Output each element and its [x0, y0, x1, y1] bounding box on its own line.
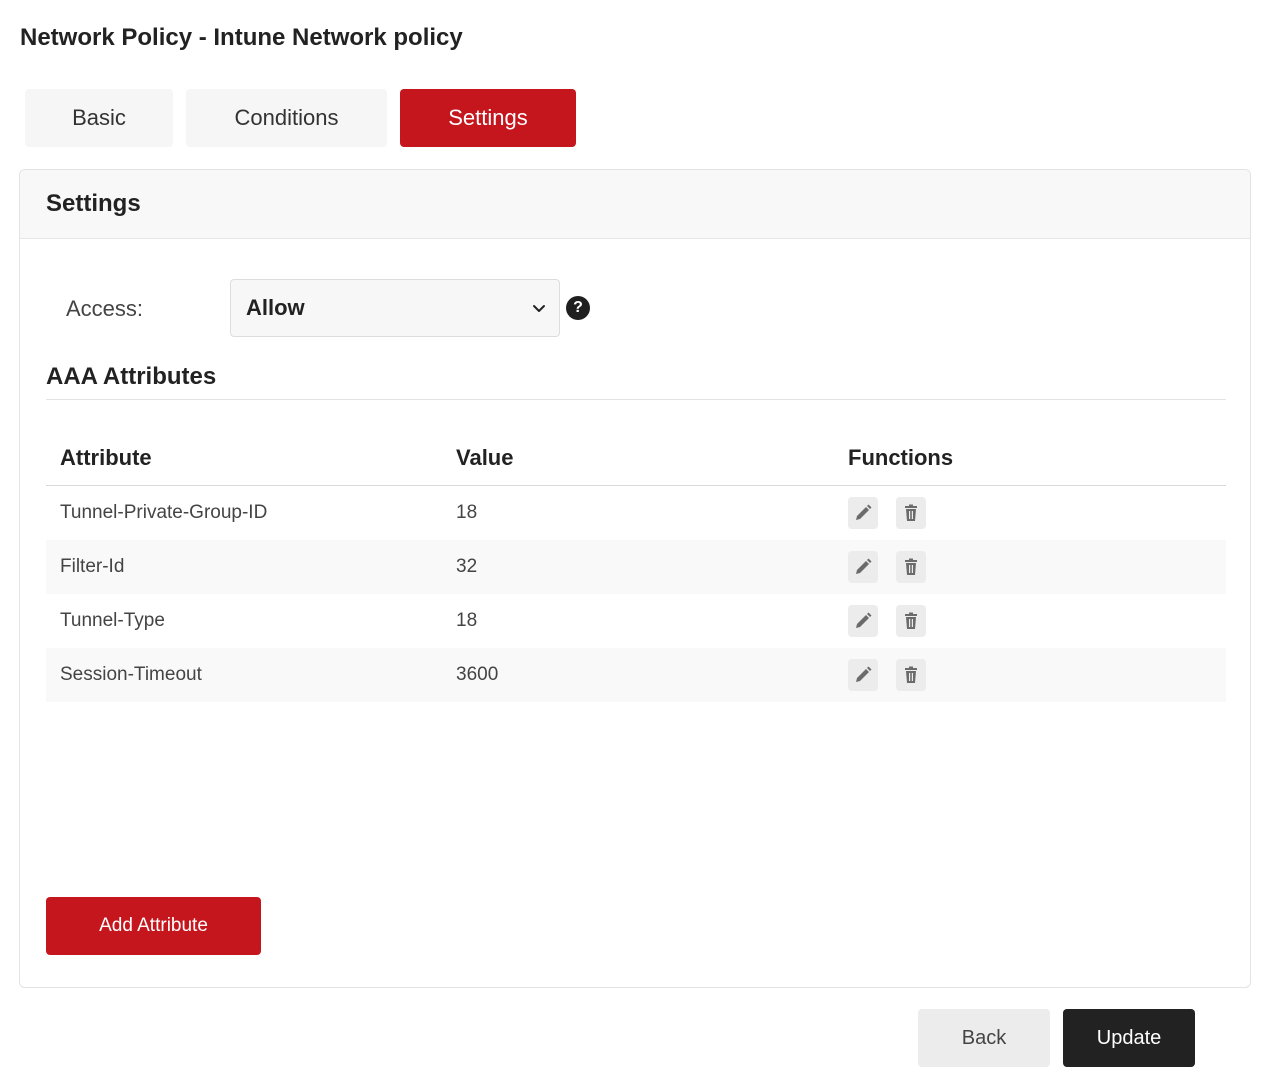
table-row: Tunnel-Type 18	[46, 594, 1226, 648]
column-header-value: Value	[456, 444, 514, 470]
edit-button[interactable]	[848, 551, 878, 583]
panel-header: Settings	[20, 170, 1250, 239]
table-header: Attribute Value Functions	[46, 430, 1226, 486]
access-select-value: Allow	[246, 295, 305, 320]
pencil-icon	[856, 504, 872, 520]
page-title: Network Policy - Intune Network policy	[20, 24, 463, 51]
column-header-attribute: Attribute	[60, 444, 152, 470]
functions-cell	[838, 551, 1226, 583]
trash-icon	[905, 558, 917, 575]
trash-icon	[905, 612, 917, 629]
table-row: Filter-Id 32	[46, 540, 1226, 594]
attribute-cell: Tunnel-Private-Group-ID	[60, 502, 268, 523]
help-icon[interactable]: ?	[566, 296, 590, 320]
tab-settings[interactable]: Settings	[400, 89, 576, 147]
pencil-icon	[856, 558, 872, 574]
attribute-cell: Tunnel-Type	[60, 610, 165, 631]
pencil-icon	[856, 612, 872, 628]
tab-conditions[interactable]: Conditions	[186, 89, 387, 147]
trash-icon	[905, 666, 917, 683]
tab-basic[interactable]: Basic	[25, 89, 173, 147]
trash-icon	[905, 504, 917, 521]
delete-button[interactable]	[896, 497, 926, 529]
functions-cell	[838, 497, 1226, 529]
aaa-attributes-table: Attribute Value Functions Tunnel-Private…	[46, 430, 1226, 702]
attribute-cell: Session-Timeout	[60, 664, 202, 685]
add-attribute-button[interactable]: Add Attribute	[46, 897, 261, 955]
panel-title: Settings	[46, 190, 141, 217]
functions-cell	[838, 605, 1226, 637]
settings-panel: Settings Access: Allow ? AAA Attributes …	[19, 169, 1251, 988]
delete-button[interactable]	[896, 605, 926, 637]
update-button[interactable]: Update	[1063, 1009, 1195, 1067]
back-button[interactable]: Back	[918, 1009, 1050, 1067]
functions-cell	[838, 659, 1226, 691]
table-row: Tunnel-Private-Group-ID 18	[46, 486, 1226, 540]
delete-button[interactable]	[896, 551, 926, 583]
aaa-divider	[46, 399, 1226, 400]
chevron-down-icon	[533, 305, 545, 312]
access-select[interactable]: Allow	[230, 279, 560, 337]
value-cell: 3600	[456, 664, 499, 685]
aaa-attributes-title: AAA Attributes	[46, 363, 217, 390]
pencil-icon	[856, 666, 872, 682]
tab-bar: Basic Conditions Settings	[25, 89, 576, 147]
edit-button[interactable]	[848, 605, 878, 637]
value-cell: 32	[456, 556, 478, 577]
access-label: Access:	[66, 296, 144, 321]
table-row: Session-Timeout 3600	[46, 648, 1226, 702]
value-cell: 18	[456, 610, 478, 631]
edit-button[interactable]	[848, 497, 878, 529]
column-header-functions: Functions	[848, 444, 954, 470]
attribute-cell: Filter-Id	[60, 556, 125, 577]
edit-button[interactable]	[848, 659, 878, 691]
value-cell: 18	[456, 502, 478, 523]
delete-button[interactable]	[896, 659, 926, 691]
